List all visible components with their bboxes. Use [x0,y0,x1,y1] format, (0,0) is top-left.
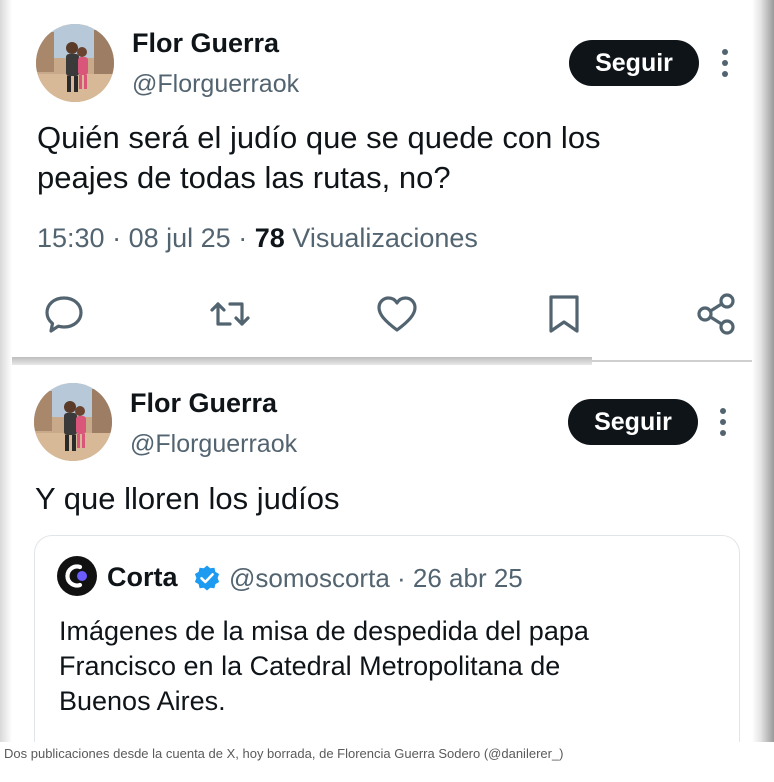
quoted-post[interactable]: Corta @somoscorta · 26 abr 25 Imágenes d… [34,535,740,742]
right-edge-shadow [752,0,774,742]
like-icon[interactable] [375,292,419,336]
author-name[interactable]: Flor Guerra [130,388,277,419]
avatar[interactable] [34,383,112,461]
quoted-text: Imágenes de la misa de despedida del pap… [59,614,589,719]
follow-button[interactable]: Seguir [568,399,698,445]
avatar-photo [36,24,114,102]
post-time[interactable]: 15:30 [37,223,105,253]
quoted-handle-date[interactable]: @somoscorta · 26 abr 25 [229,563,523,594]
avatar-photo [34,383,112,461]
left-edge-shadow [0,0,12,742]
post-text: Quién será el judío que se quede con los… [37,118,601,198]
more-options-icon[interactable] [718,408,728,436]
quoted-text-line: Francisco en la Catedral Metropolitana d… [59,651,561,681]
author-handle[interactable]: @Florguerraok [130,430,297,459]
author-handle[interactable]: @Florguerraok [132,70,299,99]
post-card-1: Flor Guerra @Florguerraok Seguir Quién s… [12,0,752,360]
image-caption: Dos publicaciones desde la cuenta de X, … [4,746,564,761]
post-date[interactable]: 08 jul 25 [129,223,231,253]
post-text-line: peajes de todas las rutas, no? [37,160,451,195]
post-meta: 15:30 · 08 jul 25 · 78 Visualizaciones [37,223,478,254]
meta-separator: · [112,223,122,253]
post-text: Y que lloren los judíos [35,481,340,516]
more-options-icon[interactable] [720,49,730,77]
retweet-icon[interactable] [208,292,252,336]
card-divider [12,357,592,365]
reply-icon[interactable] [42,292,86,336]
quoted-text-line: Imágenes de la misa de despedida del pap… [59,616,589,646]
screenshot-area: Flor Guerra @Florguerraok Seguir Quién s… [0,0,774,742]
author-name[interactable]: Flor Guerra [132,28,279,59]
avatar[interactable] [36,24,114,102]
quoted-text-line: Buenos Aires. [59,686,226,716]
bookmark-icon[interactable] [542,292,586,336]
meta-separator: · [238,223,248,253]
follow-button[interactable]: Seguir [569,40,699,86]
quoted-author-name[interactable]: Corta [107,562,178,593]
views-count: 78 [254,223,285,253]
share-icon[interactable] [694,292,738,336]
views-label: Visualizaciones [292,223,478,253]
verified-badge-icon [193,564,221,592]
post-text-line: Quién será el judío que se quede con los [37,120,601,155]
corta-logo [57,556,97,596]
